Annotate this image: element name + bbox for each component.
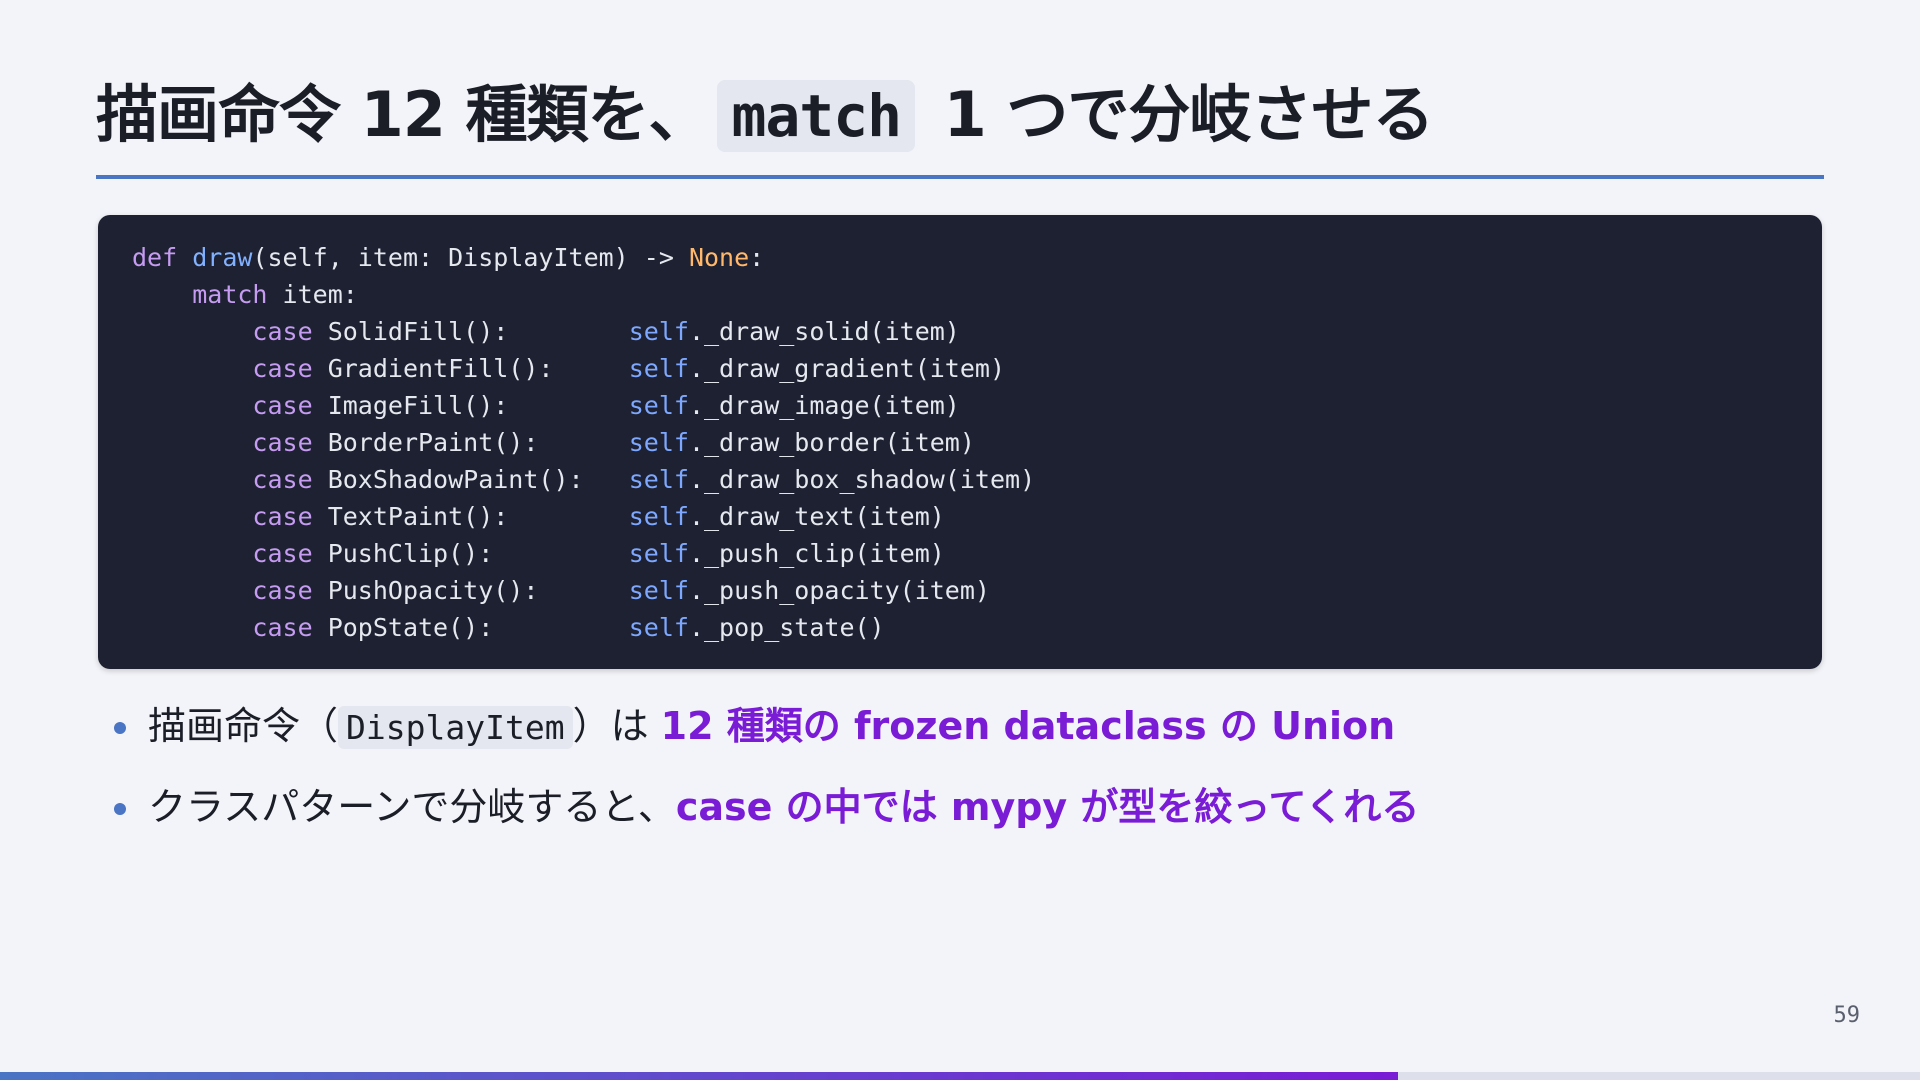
code-token: ._draw_solid(item) xyxy=(688,317,960,346)
code-token: (self, item: DisplayItem) -> xyxy=(252,243,689,272)
code-token: ._pop_state() xyxy=(688,613,885,642)
code-line: case GradientFill(): self._draw_gradient… xyxy=(132,354,1005,383)
code-token: TextPaint(): xyxy=(312,502,629,531)
code-line: match item: xyxy=(132,280,358,309)
title-underline xyxy=(96,175,1824,179)
code-token: ._push_clip(item) xyxy=(688,539,945,568)
code-token: draw xyxy=(192,243,253,272)
code-token: case xyxy=(252,502,313,531)
slide-progress-fill xyxy=(0,1072,1398,1080)
slide-title: 描画命令 12 種類を、 match 1 つで分岐させる xyxy=(96,72,1435,159)
code-token: GradientFill(): xyxy=(312,354,629,383)
bullet-2-prefix: クラスパターンで分岐すると、 xyxy=(148,785,676,829)
code-token: self xyxy=(628,428,689,457)
code-token: case xyxy=(252,465,313,494)
code-line: case SolidFill(): self._draw_solid(item) xyxy=(132,317,960,346)
title-text-after: 1 つで分岐させる xyxy=(943,78,1435,151)
code-token: PushClip(): xyxy=(312,539,629,568)
bullet-list: 描画命令（ DisplayItem ）は 12 種類の frozen datacla… xyxy=(110,696,1419,858)
bullet-1-prefix: 描画命令（ xyxy=(148,704,339,748)
page-number: 59 xyxy=(1833,1003,1861,1028)
code-content: def draw(self, item: DisplayItem) -> Non… xyxy=(132,239,1788,646)
code-token: match xyxy=(192,280,268,309)
code-token: case xyxy=(252,613,313,642)
code-token: PushOpacity(): xyxy=(312,576,629,605)
code-token: self xyxy=(628,539,689,568)
bullet-1-emphasis: 12 種類の frozen dataclass の Union xyxy=(660,704,1396,748)
bullet-item-class-pattern: クラスパターンで分岐すると、case の中では mypy が型を絞ってくれる xyxy=(110,777,1419,837)
code-token: BorderPaint(): xyxy=(312,428,629,457)
code-token: case xyxy=(252,354,313,383)
code-token: ._draw_text(item) xyxy=(688,502,945,531)
code-line: case PushOpacity(): self._push_opacity(i… xyxy=(132,576,990,605)
code-token: ._push_opacity(item) xyxy=(688,576,990,605)
code-token: ._draw_box_shadow(item) xyxy=(688,465,1036,494)
code-token: item: xyxy=(267,280,358,309)
code-line: case PopState(): self._pop_state() xyxy=(132,613,885,642)
code-token: self xyxy=(628,576,689,605)
code-token: ._draw_border(item) xyxy=(688,428,975,457)
code-line: case TextPaint(): self._draw_text(item) xyxy=(132,502,945,531)
code-line: case ImageFill(): self._draw_image(item) xyxy=(132,391,960,420)
code-token: def xyxy=(132,243,178,272)
code-token: case xyxy=(252,576,313,605)
title-text-before: 描画命令 12 種類を、 xyxy=(96,78,710,151)
code-token: self xyxy=(628,354,689,383)
code-token: ._draw_gradient(item) xyxy=(688,354,1006,383)
code-token: ._draw_image(item) xyxy=(688,391,960,420)
code-line: case PushClip(): self._push_clip(item) xyxy=(132,539,945,568)
code-block: def draw(self, item: DisplayItem) -> Non… xyxy=(98,215,1822,669)
code-token: None xyxy=(688,243,750,272)
code-token: self xyxy=(628,502,689,531)
code-line: case BoxShadowPaint(): self._draw_box_sh… xyxy=(132,465,1035,494)
code-token: BoxShadowPaint(): xyxy=(312,465,629,494)
code-token: case xyxy=(252,428,313,457)
code-line: case BorderPaint(): self._draw_border(it… xyxy=(132,428,975,457)
bullet-2-emphasis: case の中では mypy が型を絞ってくれる xyxy=(675,785,1420,829)
slide: 描画命令 12 種類を、 match 1 つで分岐させる def draw(sel… xyxy=(0,0,1920,1080)
slide-progress-bar xyxy=(0,1072,1920,1080)
bullet-item-displayitem: 描画命令（ DisplayItem ）は 12 種類の frozen datacla… xyxy=(110,696,1419,756)
code-token: SolidFill(): xyxy=(312,317,629,346)
code-token: PopState(): xyxy=(312,613,629,642)
title-inline-code: match xyxy=(717,80,916,152)
code-token: : xyxy=(749,243,765,272)
code-token: ImageFill(): xyxy=(312,391,629,420)
code-token: self xyxy=(628,391,689,420)
code-token: self xyxy=(628,317,689,346)
bullet-1-middle: ）は xyxy=(572,704,661,748)
code-token: case xyxy=(252,391,313,420)
code-token: self xyxy=(628,613,689,642)
code-token: self xyxy=(628,465,689,494)
code-line: def draw(self, item: DisplayItem) -> Non… xyxy=(132,243,764,272)
code-token: case xyxy=(252,539,313,568)
code-token: case xyxy=(252,317,313,346)
bullet-1-inline-code: DisplayItem xyxy=(338,706,573,749)
